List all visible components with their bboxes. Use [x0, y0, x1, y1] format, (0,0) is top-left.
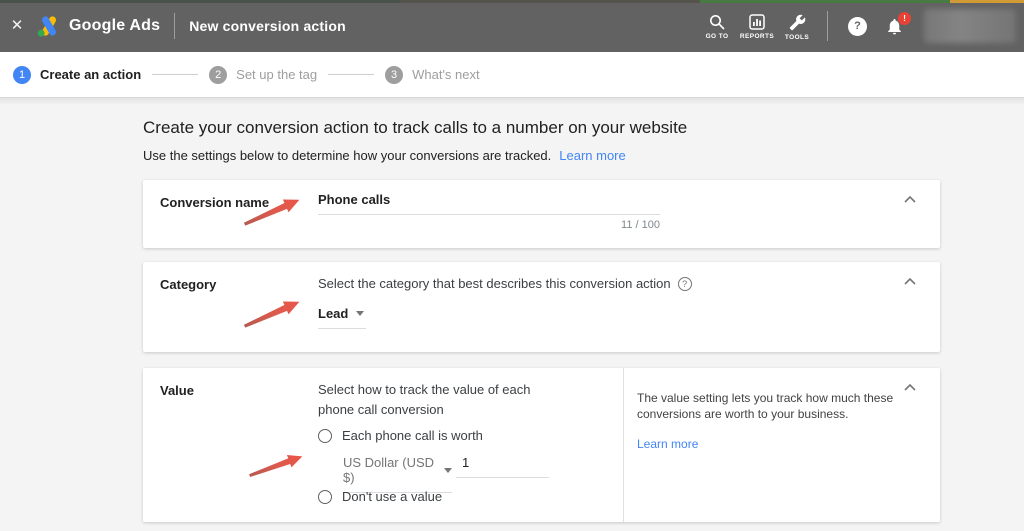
- value-amount-input[interactable]: 1: [456, 455, 549, 478]
- currency-row: US Dollar (USD $) 1: [343, 455, 549, 493]
- step-label: Create an action: [40, 67, 141, 82]
- conversion-name-input[interactable]: Phone calls 11 / 100: [318, 192, 660, 231]
- annotation-arrow: [246, 449, 306, 484]
- step-connector: [328, 74, 374, 75]
- dropdown-arrow-icon: [356, 311, 364, 316]
- header-divider: [174, 13, 175, 39]
- radio-dont-use-a-value[interactable]: Don't use a value: [318, 489, 442, 504]
- help-tooltip-icon[interactable]: ?: [678, 277, 692, 291]
- page-subtitle: Use the settings below to determine how …: [143, 148, 626, 163]
- browser-edge-artifact: [950, 0, 1024, 3]
- step-whats-next[interactable]: 3 What's next: [385, 66, 480, 84]
- value-help-text: The value setting lets you track how muc…: [637, 390, 909, 422]
- collapse-chevron-icon[interactable]: [904, 384, 916, 391]
- category-description: Select the category that best describes …: [318, 276, 692, 291]
- app-bar-actions: GO TO REPORTS TOOLS ? !: [697, 0, 1024, 52]
- search-icon: [709, 14, 725, 30]
- conversion-name-card: Conversion name Phone calls 11 / 100: [143, 180, 940, 248]
- radio-each-phone-call-is-worth[interactable]: Each phone call is worth: [318, 428, 483, 443]
- help-button[interactable]: ?: [848, 17, 867, 36]
- collapse-chevron-icon[interactable]: [904, 278, 916, 285]
- step-connector: [152, 74, 198, 75]
- question-mark-icon: ?: [854, 20, 861, 32]
- currency-select[interactable]: US Dollar (USD $): [343, 455, 452, 493]
- go-to-button[interactable]: GO TO: [697, 12, 737, 40]
- conversion-name-label: Conversion name: [160, 195, 269, 210]
- browser-edge-artifact: [400, 0, 700, 3]
- panel-divider: [623, 368, 624, 522]
- value-description: Select how to track the value of each ph…: [318, 380, 558, 420]
- browser-edge-artifact: [0, 0, 400, 3]
- step-number: 2: [209, 66, 227, 84]
- character-counter: 11 / 100: [318, 219, 660, 231]
- category-select[interactable]: Lead: [318, 306, 366, 329]
- radio-button-icon: [318, 429, 332, 443]
- google-ads-logo-icon: [36, 15, 61, 37]
- brand-name: Google Ads: [69, 17, 160, 35]
- reports-icon: [749, 14, 765, 30]
- browser-edge-artifact: [700, 0, 950, 3]
- intro-learn-more-link[interactable]: Learn more: [559, 148, 625, 163]
- radio-button-icon: [318, 490, 332, 504]
- tools-icon: [789, 14, 806, 31]
- input-underline: [318, 214, 660, 215]
- step-label: What's next: [412, 67, 480, 82]
- collapse-chevron-icon[interactable]: [904, 196, 916, 203]
- page-title: New conversion action: [189, 18, 346, 34]
- app-bar: ✕ Google Ads New conversion action GO TO…: [0, 0, 1024, 52]
- reports-button[interactable]: REPORTS: [737, 12, 777, 40]
- main-content: Create your conversion action to track c…: [0, 98, 1024, 531]
- value-learn-more-link[interactable]: Learn more: [637, 437, 698, 451]
- step-number: 1: [13, 66, 31, 84]
- page-heading: Create your conversion action to track c…: [143, 118, 687, 138]
- value-card: Value Select how to track the value of e…: [143, 368, 940, 522]
- close-icon[interactable]: ✕: [0, 0, 34, 52]
- annotation-arrow: [240, 294, 303, 334]
- category-label: Category: [160, 277, 216, 292]
- step-create-an-action[interactable]: 1 Create an action: [13, 66, 141, 84]
- dropdown-arrow-icon: [444, 468, 452, 473]
- notification-badge: !: [898, 12, 911, 25]
- value-help-panel: The value setting lets you track how muc…: [637, 390, 909, 453]
- header-divider: [827, 11, 828, 41]
- category-card: Category Select the category that best d…: [143, 262, 940, 352]
- step-set-up-the-tag[interactable]: 2 Set up the tag: [209, 66, 317, 84]
- tools-button[interactable]: TOOLS: [777, 12, 817, 41]
- google-ads-logo[interactable]: Google Ads: [36, 15, 160, 37]
- step-number: 3: [385, 66, 403, 84]
- account-info-redacted[interactable]: [924, 9, 1016, 43]
- value-label: Value: [160, 383, 194, 398]
- progress-stepper: 1 Create an action 2 Set up the tag 3 Wh…: [0, 52, 1024, 98]
- notifications-button[interactable]: !: [885, 17, 904, 36]
- step-label: Set up the tag: [236, 67, 317, 82]
